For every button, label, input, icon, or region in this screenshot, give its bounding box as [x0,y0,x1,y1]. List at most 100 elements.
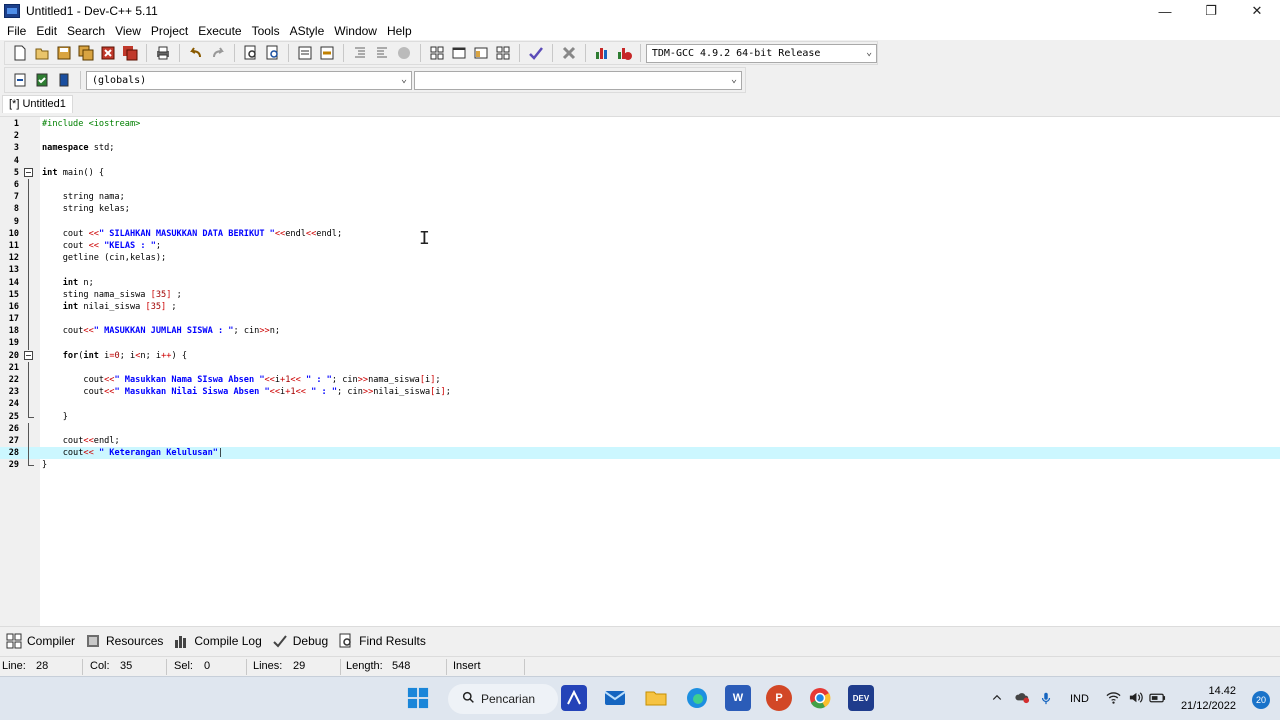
code-line[interactable]: 15 sting nama_siswa [35] ; [0,288,1280,301]
menu-search[interactable]: Search [62,24,110,38]
code-line[interactable]: 14 int n; [0,276,1280,289]
edge-browser-icon[interactable] [684,685,710,711]
menu-astyle[interactable]: AStyle [285,24,330,38]
onedrive-error-icon[interactable] [1010,690,1034,708]
goto-bookmark-icon[interactable] [55,71,73,89]
menu-edit[interactable]: Edit [31,24,62,38]
close-button[interactable]: ✕ [1234,0,1280,22]
word-icon[interactable]: W [725,685,751,711]
code-line[interactable]: 27 cout<<endl; [0,434,1280,448]
save-icon[interactable] [55,44,73,62]
battery-icon[interactable] [1147,692,1169,707]
scope-select[interactable]: (globals) ⌄ [86,70,412,90]
class-browser-icon[interactable] [472,44,490,62]
code-line[interactable]: 20 for(int i=0; i<n; i++) { [0,350,1280,362]
code-line[interactable]: 3 namespace std; [0,142,1280,154]
tab-debug[interactable]: Debug [272,633,328,649]
chevron-up-icon[interactable] [988,692,1006,707]
code-editor[interactable]: 1 #include <iostream> 2 3 namespace std; 4 5 in… [0,116,1280,627]
windows-start-icon[interactable] [405,685,431,711]
stop-icon[interactable] [560,44,578,62]
compiler-select[interactable]: TDM-GCC 4.9.2 64-bit Release ⌄ [645,43,878,63]
menu-window[interactable]: Window [329,24,382,38]
toggle-comment-icon[interactable] [395,44,413,62]
file-explorer-icon[interactable] [643,685,669,711]
antigravity-app-icon[interactable] [561,685,587,711]
tab-compile-log[interactable]: Compile Log [173,633,262,649]
menu-file[interactable]: File [2,24,31,38]
code-line[interactable]: 19 [0,337,1280,350]
code-line[interactable]: 10 cout <<" SILAHKAN MASUKKAN DATA BERIK… [0,227,1280,240]
taskbar-search[interactable]: Pencarian [448,684,558,714]
unindent-icon[interactable] [373,44,391,62]
new-project-icon[interactable] [428,44,446,62]
code-line[interactable]: 11 cout << "KELAS : "; [0,239,1280,253]
replace-icon[interactable] [264,44,282,62]
menu-execute[interactable]: Execute [193,24,246,38]
code-line[interactable]: 25 } [0,410,1280,423]
menu-project[interactable]: Project [146,24,193,38]
profile-chart-icon[interactable] [593,44,611,62]
code-line[interactable]: 29} [0,459,1280,471]
code-line[interactable]: 7 string nama; [0,191,1280,204]
wifi-icon[interactable] [1103,690,1125,708]
code-line[interactable]: 17 [0,313,1280,326]
new-file-icon[interactable] [11,44,29,62]
code-line[interactable]: 13 [0,264,1280,277]
maximize-button[interactable]: ❐ [1188,0,1234,22]
tab-untitled1[interactable]: [*] Untitled1 [2,95,73,113]
menu-help[interactable]: Help [382,24,417,38]
close-file-icon[interactable] [99,44,117,62]
code-line[interactable]: 2 [0,130,1280,142]
code-line[interactable]: 24 [0,398,1280,411]
mail-icon[interactable] [602,685,628,711]
volume-icon[interactable] [1125,690,1147,708]
tab-compiler[interactable]: Compiler [6,633,75,649]
redo-icon[interactable] [209,44,227,62]
code-line[interactable]: 5 int main() { [0,167,1280,179]
save-all-icon[interactable] [77,44,95,62]
check-syntax-icon[interactable] [527,44,545,62]
tab-resources[interactable]: Resources [85,633,163,649]
notification-badge[interactable]: 20 [1252,691,1270,709]
menu-tools[interactable]: Tools [247,24,285,38]
indent-icon[interactable] [351,44,369,62]
code-line[interactable]: 16 int nilai_siswa [35] ; [0,300,1280,314]
window-icon[interactable] [450,44,468,62]
fold-toggle-icon[interactable] [20,167,40,179]
code-line[interactable]: 23 cout<<" Masukkan Nilai Siswa Absen "<… [0,386,1280,399]
code-line[interactable]: 18 cout<<" MASUKKAN JUMLAH SISWA : "; ci… [0,325,1280,338]
open-file-icon[interactable] [33,44,51,62]
code-line[interactable]: 26 [0,422,1280,435]
code-line[interactable]: 28 cout<< " Keterangan Kelulusan"| [0,447,1280,460]
code-line[interactable]: 8 string kelas; [0,203,1280,216]
devcpp-taskbar-icon[interactable]: DEV [848,685,874,711]
find-icon[interactable] [242,44,260,62]
chrome-icon[interactable] [807,685,833,711]
code-line[interactable]: 21 [0,361,1280,375]
code-line[interactable]: 4 [0,155,1280,167]
menu-view[interactable]: View [110,24,146,38]
code-line[interactable]: 12 getline (cin,kelas); [0,252,1280,265]
minimize-button[interactable]: — [1142,0,1188,22]
fold-toggle-icon[interactable] [20,350,40,362]
tab-find-results[interactable]: Find Results [338,633,426,649]
microphone-icon[interactable] [1034,691,1058,708]
layout-icon[interactable] [494,44,512,62]
code-line[interactable]: 22 cout<<" Masukkan Nama SIswa Absen "<<… [0,374,1280,387]
code-line[interactable]: 9 [0,215,1280,228]
bookmark-icon[interactable] [318,44,336,62]
taskbar-clock[interactable]: 14.42 21/12/2022 [1181,684,1236,714]
code-line[interactable]: 6 [0,179,1280,192]
toggle-bookmark-icon[interactable] [33,71,51,89]
insert-icon[interactable] [11,71,29,89]
symbol-select[interactable]: ⌄ [414,70,742,90]
powerpoint-icon[interactable]: P [766,685,792,711]
language-indicator[interactable]: IND [1070,693,1089,705]
close-all-icon[interactable] [121,44,139,62]
delete-profile-icon[interactable] [615,44,633,62]
print-icon[interactable] [154,44,172,62]
undo-icon[interactable] [187,44,205,62]
code-line[interactable]: 1 #include <iostream> [0,118,1280,130]
goto-line-icon[interactable] [296,44,314,62]
